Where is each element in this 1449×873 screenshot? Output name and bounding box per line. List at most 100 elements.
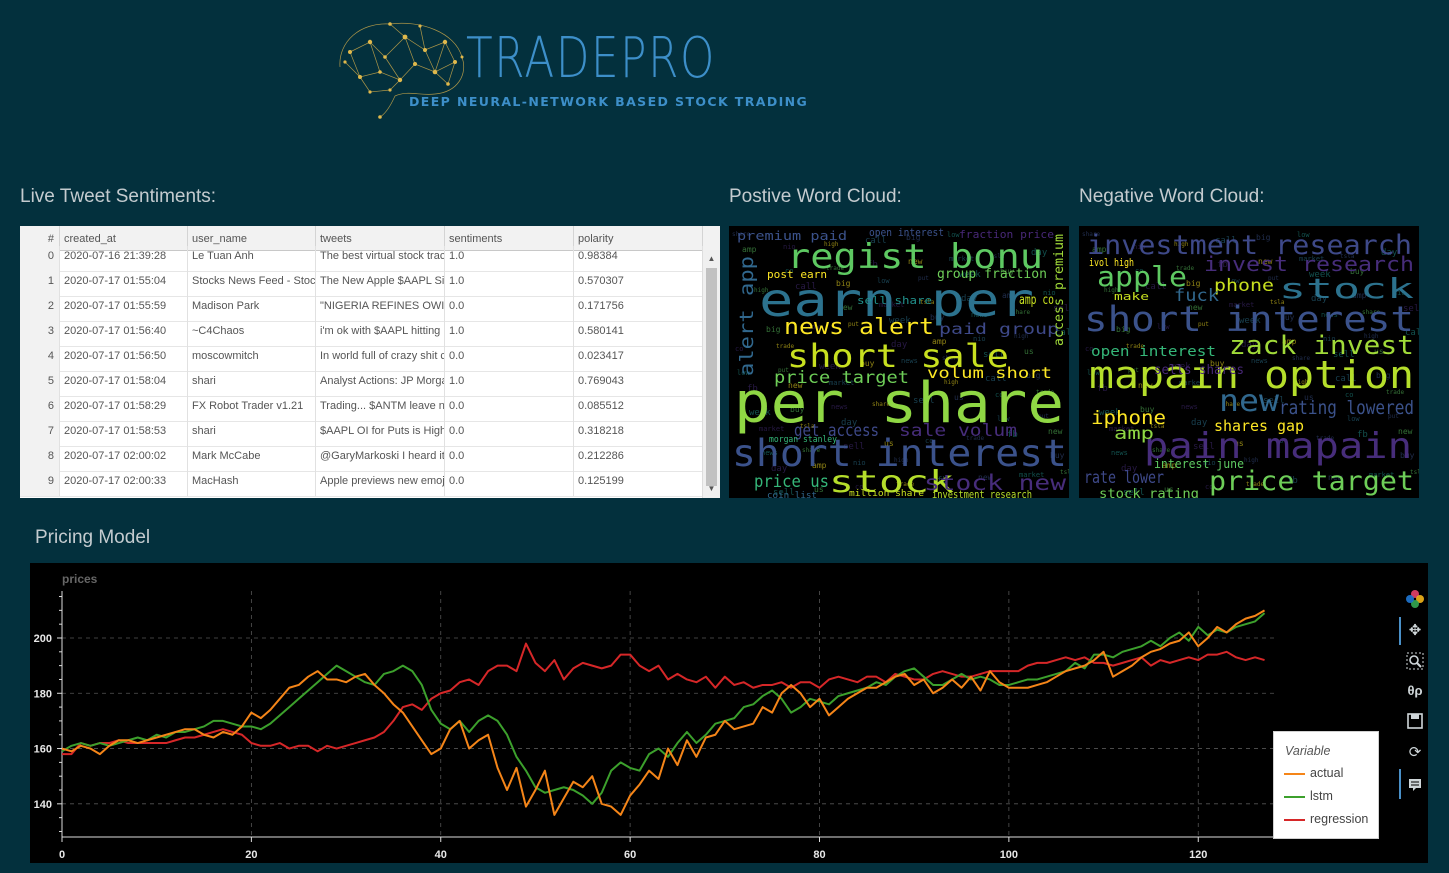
tweets-section-title: Live Tweet Sentiments: <box>20 186 217 207</box>
table-cell-polarity: 0.023417 <box>574 346 703 371</box>
cloud-word: group fraction <box>937 267 1047 282</box>
table-row[interactable]: 3 2020-07-17 01:56:40 ~C4Chaos i'm ok with … <box>20 321 703 347</box>
table-cell-tweets: Analyst Actions: JP Morga <box>316 371 445 396</box>
series-line-regression[interactable] <box>62 642 1265 756</box>
cloud-word: price target <box>774 368 909 388</box>
x-tick-label: 60 <box>624 849 636 861</box>
cloud-word: rating lowered <box>1279 397 1414 419</box>
table-cell-idx: 5 <box>20 371 60 396</box>
series-line-actual[interactable] <box>61 609 1266 816</box>
cloud-word: interest june <box>1154 457 1244 471</box>
table-cell-created-at: 2020-07-16 21:39:28 <box>60 246 188 271</box>
scroll-up-icon[interactable]: ▲ <box>703 252 720 266</box>
table-cell-user-name: shari <box>188 371 316 396</box>
cloud-word: amp co <box>1019 293 1054 308</box>
table-cell-sentiments: 1.0 <box>445 271 574 296</box>
cloud-word: coin list <box>767 491 817 498</box>
brand-tagline: DEEP NEURAL-NETWORK BASED STOCK TRADING <box>409 94 809 109</box>
cloud-word: premium paid <box>737 229 847 243</box>
cloud-word: morgan stanley <box>769 435 838 445</box>
table-cell-sentiments: 0.0 <box>445 471 574 496</box>
table-cell-polarity: 0.98384 <box>574 246 703 271</box>
negative-cloud-title: Negative Word Cloud: <box>1079 186 1265 207</box>
table-cell-polarity: 0.085512 <box>574 396 703 421</box>
table-cell-sentiments: 0.0 <box>445 296 574 321</box>
positive-cloud-title: Postive Word Cloud: <box>729 186 902 207</box>
cloud-word: shares gap <box>1214 417 1304 435</box>
table-cell-idx: 0 <box>20 246 60 271</box>
cloud-word: post earn <box>767 268 827 281</box>
table-cell-user-name: Madison Park <box>188 296 316 321</box>
cloud-word: fraction price <box>959 228 1054 241</box>
table-row[interactable]: 5 2020-07-17 01:58:04 shari Analyst Actions… <box>20 371 703 397</box>
table-cell-created-at: 2020-07-17 01:55:59 <box>60 296 188 321</box>
table-cell-user-name: FX Robot Trader v1.21 <box>188 396 316 421</box>
cloud-word: open interest <box>1091 344 1216 360</box>
table-row[interactable]: 1 2020-07-17 01:55:04 Stocks News Feed - S… <box>20 271 703 297</box>
scroll-down-icon[interactable]: ▼ <box>703 482 720 496</box>
cloud-word: open interest <box>869 226 944 239</box>
legend-label: actual <box>1310 766 1344 780</box>
pan-icon[interactable]: ✥ <box>1405 621 1425 641</box>
table-cell-user-name: Stocks News Feed - Stoc <box>188 271 316 296</box>
table-row[interactable]: 4 2020-07-17 01:56:50 moscowmitch In world … <box>20 346 703 372</box>
y-tick-label: 200 <box>34 633 52 645</box>
table-cell-tweets: Apple previews new emoj <box>316 471 445 496</box>
pricing-chart[interactable]: prices 0 20 40 60 80 100 120 140 160 180 200 <box>30 563 1428 863</box>
x-tick-label: 20 <box>245 849 257 861</box>
cloud-word: zack invest <box>1229 331 1414 361</box>
cloud-word: price us <box>754 472 829 492</box>
table-cell-created-at: 2020-07-17 01:55:04 <box>60 271 188 296</box>
table-cell-user-name: MacHash <box>188 471 316 496</box>
table-cell-created-at: 2020-07-17 01:56:50 <box>60 346 188 371</box>
scroll-thumb[interactable] <box>706 268 717 486</box>
reset-icon[interactable]: ⟳ <box>1405 743 1425 763</box>
cloud-word: news alert <box>784 315 934 340</box>
hover-icon[interactable] <box>1405 775 1425 795</box>
series-line-lstm[interactable] <box>61 612 1266 805</box>
table-cell-tweets: In world full of crazy shit c <box>316 346 445 371</box>
cloud-word: amp <box>1114 424 1154 444</box>
cloud-word: ivol high <box>1089 256 1134 269</box>
table-row[interactable]: 2 2020-07-17 01:55:59 Madison Park "NIGERIA… <box>20 296 703 322</box>
table-scrollbar[interactable]: ▲ ▼ <box>702 250 720 498</box>
negative-word-cloud: share co new day high low buy sell trade market am… <box>1079 226 1419 498</box>
table-cell-tweets: i'm ok with $AAPL hitting <box>316 321 445 346</box>
y-axis-label: prices <box>62 572 98 586</box>
table-cell-sentiments: 1.0 <box>445 321 574 346</box>
table-cell-idx: 8 <box>20 446 60 471</box>
table-cell-created-at: 2020-07-17 01:58:04 <box>60 371 188 396</box>
bokeh-logo-icon[interactable] <box>1405 589 1425 609</box>
table-cell-sentiments: 0.0 <box>445 421 574 446</box>
table-cell-idx: 7 <box>20 421 60 446</box>
cloud-word: million share <box>849 489 924 498</box>
cloud-word: investment research <box>932 488 1032 498</box>
legend-title: Variable <box>1285 744 1331 758</box>
save-icon[interactable] <box>1405 711 1425 731</box>
table-cell-user-name: Mark McCabe <box>188 446 316 471</box>
legend-swatch <box>1284 796 1305 798</box>
wheel-zoom-icon[interactable]: θρ <box>1405 681 1425 701</box>
tweet-table[interactable]: # created_at user_name tweets sentiments… <box>20 226 720 498</box>
cloud-word: make <box>1114 290 1149 303</box>
cloud-word: access premium <box>1052 234 1067 346</box>
table-cell-user-name: moscowmitch <box>188 346 316 371</box>
cloud-word: fuck <box>1174 286 1219 306</box>
box-zoom-icon[interactable] <box>1405 651 1425 671</box>
table-cell-sentiments: 0.0 <box>445 446 574 471</box>
table-cell-created-at: 2020-07-17 01:58:29 <box>60 396 188 421</box>
table-cell-sentiments: 0.0 <box>445 346 574 371</box>
table-cell-idx: 1 <box>20 271 60 296</box>
table-row[interactable]: 6 2020-07-17 01:58:29 FX Robot Trader v1.2… <box>20 396 703 422</box>
cloud-filler-word: news <box>1181 403 1198 411</box>
chart-legend: Variable actual lstm regression <box>1273 731 1379 839</box>
table-row[interactable]: 7 2020-07-17 01:58:53 shari $AAPL OI for Pu… <box>20 421 703 447</box>
pricing-title: Pricing Model <box>35 527 151 548</box>
table-row[interactable]: 9 2020-07-17 02:00:33 MacHash Apple preview… <box>20 471 703 497</box>
table-row[interactable]: 0 2020-07-16 21:39:28 Le Tuan Anh The best … <box>20 246 703 272</box>
table-row[interactable]: 8 2020-07-17 02:00:02 Mark McCabe @GaryMark… <box>20 446 703 472</box>
table-cell-polarity: 0.318218 <box>574 421 703 446</box>
table-cell-tweets: "NIGERIA REFINES OWI <box>316 296 445 321</box>
table-cell-created-at: 2020-07-17 02:00:33 <box>60 471 188 496</box>
table-cell-user-name: ~C4Chaos <box>188 321 316 346</box>
